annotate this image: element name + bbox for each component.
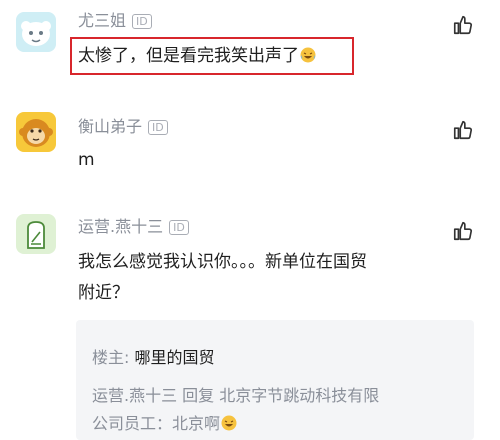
id-badge: ID	[148, 120, 168, 135]
thumbs-up-icon[interactable]	[452, 220, 474, 242]
comment-text-line1: 我怎么感觉我认识你。。。新单位在国贸	[78, 252, 367, 272]
reply-panel[interactable]: 楼主: 哪里的国贸 运营.燕十三 回复 北京字节跳动科技有限 公司员工：北京啊	[76, 320, 474, 440]
reply-author-label: 楼主:	[92, 348, 130, 367]
comment-username[interactable]: 衡山弟子 ID	[78, 116, 168, 138]
id-badge: ID	[169, 220, 189, 235]
laughing-tears-emoji-icon	[300, 47, 316, 63]
thumbs-up-icon[interactable]	[452, 119, 474, 141]
reply-line: 运营.燕十三 回复 北京字节跳动科技有限	[92, 386, 380, 405]
comment-text-line2: 附近？	[78, 283, 129, 303]
avatar-feather[interactable]	[16, 214, 56, 254]
reply-op: 楼主: 哪里的国贸	[92, 346, 215, 370]
avatar-sheep[interactable]	[16, 12, 56, 52]
reply-line2: 公司员工：北京啊	[92, 412, 237, 436]
comment-username[interactable]: 运营.燕十三 ID	[78, 216, 189, 238]
comment-username[interactable]: 尤三姐 ID	[78, 10, 152, 32]
laughing-tears-emoji-icon	[221, 415, 237, 431]
thumbs-up-icon[interactable]	[452, 14, 474, 36]
comment-text: m	[78, 150, 95, 170]
comment-text: 太惨了，但是看完我笑出声了	[78, 42, 316, 70]
reply-author-text: 哪里的国贸	[134, 348, 215, 367]
avatar-monkey[interactable]	[16, 112, 56, 152]
id-badge: ID	[132, 14, 152, 29]
